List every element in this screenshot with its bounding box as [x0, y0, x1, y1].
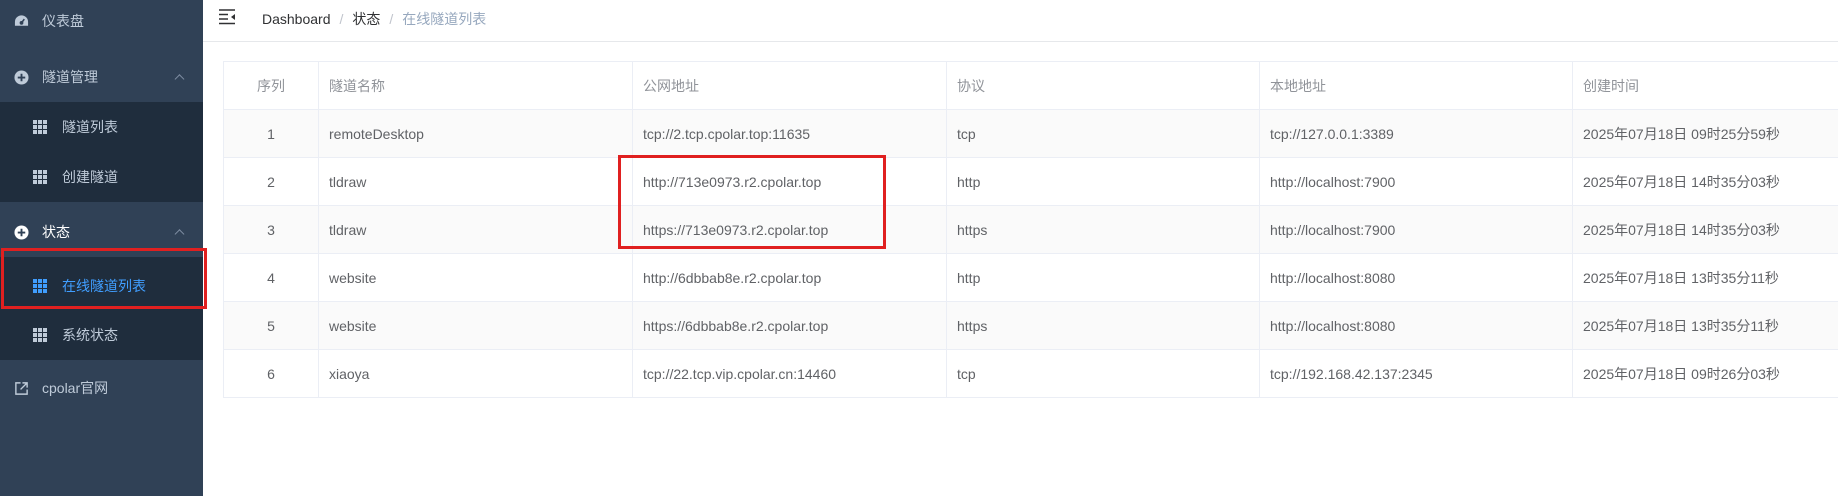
- cell-public-url: tcp://22.tcp.vip.cpolar.cn:14460: [632, 349, 947, 398]
- column-header-protocol: 协议: [946, 61, 1260, 110]
- breadcrumb-item-dashboard[interactable]: Dashboard: [262, 11, 331, 27]
- chevron-up-icon: [174, 229, 185, 240]
- table-row: 3 tldraw https://713e0973.r2.cpolar.top …: [223, 205, 1838, 254]
- cell-created-at: 2025年07月18日 13时35分11秒: [1572, 253, 1838, 302]
- tunnel-table: 序列 隧道名称 公网地址 协议 本地地址 创建时间 1 remoteDeskto…: [223, 61, 1838, 398]
- breadcrumb: Dashboard / 状态 / 在线隧道列表: [262, 9, 486, 29]
- cell-name: website: [318, 253, 633, 302]
- plus-circle-icon: [13, 69, 29, 85]
- sidebar-item-create-tunnel[interactable]: 创建隧道: [0, 152, 203, 202]
- cell-local-address: tcp://192.168.42.137:2345: [1259, 349, 1573, 398]
- cell-index: 4: [223, 253, 319, 302]
- cell-protocol: http: [946, 157, 1260, 206]
- cell-name: tldraw: [318, 205, 633, 254]
- sidebar-item-label: 创建隧道: [62, 169, 118, 185]
- cell-created-at: 2025年07月18日 13时35分11秒: [1572, 301, 1838, 350]
- external-link-icon: [13, 380, 29, 396]
- cell-created-at: 2025年07月18日 14时35分03秒: [1572, 205, 1838, 254]
- cell-created-at: 2025年07月18日 09时25分59秒: [1572, 109, 1838, 158]
- cell-local-address: http://localhost:8080: [1259, 253, 1573, 302]
- cell-public-url: http://713e0973.r2.cpolar.top: [632, 157, 947, 206]
- cell-created-at: 2025年07月18日 14时35分03秒: [1572, 157, 1838, 206]
- table-row: 1 remoteDesktop tcp://2.tcp.cpolar.top:1…: [223, 109, 1838, 158]
- cell-name: xiaoya: [318, 349, 633, 398]
- cell-public-url: https://713e0973.r2.cpolar.top: [632, 205, 947, 254]
- sidebar-item-label: 在线隧道列表: [62, 278, 146, 294]
- sidebar-item-system-status[interactable]: 系统状态: [0, 310, 203, 360]
- sidebar-group-status[interactable]: 状态: [0, 207, 203, 257]
- cell-created-at: 2025年07月18日 09时26分03秒: [1572, 349, 1838, 398]
- table-icon: [33, 279, 47, 293]
- table-row: 5 website https://6dbbab8e.r2.cpolar.top…: [223, 301, 1838, 350]
- sidebar-item-dashboard[interactable]: 仪表盘: [0, 0, 203, 46]
- cell-index: 1: [223, 109, 319, 158]
- cell-name: remoteDesktop: [318, 109, 633, 158]
- breadcrumb-item-current: 在线隧道列表: [402, 11, 487, 27]
- cell-protocol: tcp: [946, 109, 1260, 158]
- cell-public-url: https://6dbbab8e.r2.cpolar.top: [632, 301, 947, 350]
- sidebar-item-online-tunnels[interactable]: 在线隧道列表: [0, 261, 203, 311]
- table-row: 4 website http://6dbbab8e.r2.cpolar.top …: [223, 253, 1838, 302]
- sidebar-item-label: cpolar官网: [42, 380, 109, 396]
- cell-protocol: tcp: [946, 349, 1260, 398]
- sidebar-item-cpolar-website[interactable]: cpolar官网: [0, 363, 203, 413]
- sidebar-group-label: 隧道管理: [42, 69, 98, 85]
- hamburger-icon[interactable]: [219, 9, 236, 25]
- sidebar-item-label: 仪表盘: [42, 13, 84, 29]
- sidebar: 仪表盘 隧道管理 隧道列表 创建隧道 状态 在线隧道列表 系统状态 cpolar…: [0, 0, 203, 496]
- breadcrumb-separator: /: [339, 11, 344, 27]
- sidebar-item-label: 系统状态: [62, 327, 118, 343]
- table-row: 2 tldraw http://713e0973.r2.cpolar.top h…: [223, 157, 1838, 206]
- submenu-status: 在线隧道列表 系统状态: [0, 257, 203, 360]
- table-icon: [33, 170, 47, 184]
- dashboard-icon: [13, 13, 29, 29]
- column-header-index: 序列: [223, 61, 319, 110]
- column-header-name: 隧道名称: [318, 61, 633, 110]
- cell-protocol: http: [946, 253, 1260, 302]
- cell-public-url: http://6dbbab8e.r2.cpolar.top: [632, 253, 947, 302]
- column-header-local-address: 本地地址: [1259, 61, 1573, 110]
- table-icon: [33, 120, 47, 134]
- column-header-created-at: 创建时间: [1572, 61, 1838, 110]
- table-row: 6 xiaoya tcp://22.tcp.vip.cpolar.cn:1446…: [223, 349, 1838, 398]
- chevron-up-icon: [174, 74, 185, 85]
- cell-local-address: http://localhost:7900: [1259, 205, 1573, 254]
- navbar: Dashboard / 状态 / 在线隧道列表: [203, 0, 1838, 42]
- table-icon: [33, 328, 47, 342]
- cell-index: 2: [223, 157, 319, 206]
- cell-index: 6: [223, 349, 319, 398]
- cell-local-address: http://localhost:7900: [1259, 157, 1573, 206]
- submenu-tunnel-management: 隧道列表 创建隧道: [0, 102, 203, 202]
- sidebar-group-label: 状态: [42, 224, 70, 240]
- cell-name: website: [318, 301, 633, 350]
- table-header-row: 序列 隧道名称 公网地址 协议 本地地址 创建时间: [223, 61, 1838, 110]
- cell-protocol: https: [946, 205, 1260, 254]
- breadcrumb-item-status: 状态: [352, 11, 381, 27]
- cell-name: tldraw: [318, 157, 633, 206]
- plus-circle-icon: [13, 224, 29, 240]
- sidebar-item-tunnel-list[interactable]: 隧道列表: [0, 102, 203, 152]
- cell-local-address: http://localhost:8080: [1259, 301, 1573, 350]
- cell-local-address: tcp://127.0.0.1:3389: [1259, 109, 1573, 158]
- cell-index: 3: [223, 205, 319, 254]
- cell-protocol: https: [946, 301, 1260, 350]
- breadcrumb-separator: /: [389, 11, 394, 27]
- sidebar-item-label: 隧道列表: [62, 119, 118, 135]
- cell-public-url: tcp://2.tcp.cpolar.top:11635: [632, 109, 947, 158]
- cell-index: 5: [223, 301, 319, 350]
- sidebar-group-tunnel-management[interactable]: 隧道管理: [0, 52, 203, 102]
- column-header-public-url: 公网地址: [632, 61, 947, 110]
